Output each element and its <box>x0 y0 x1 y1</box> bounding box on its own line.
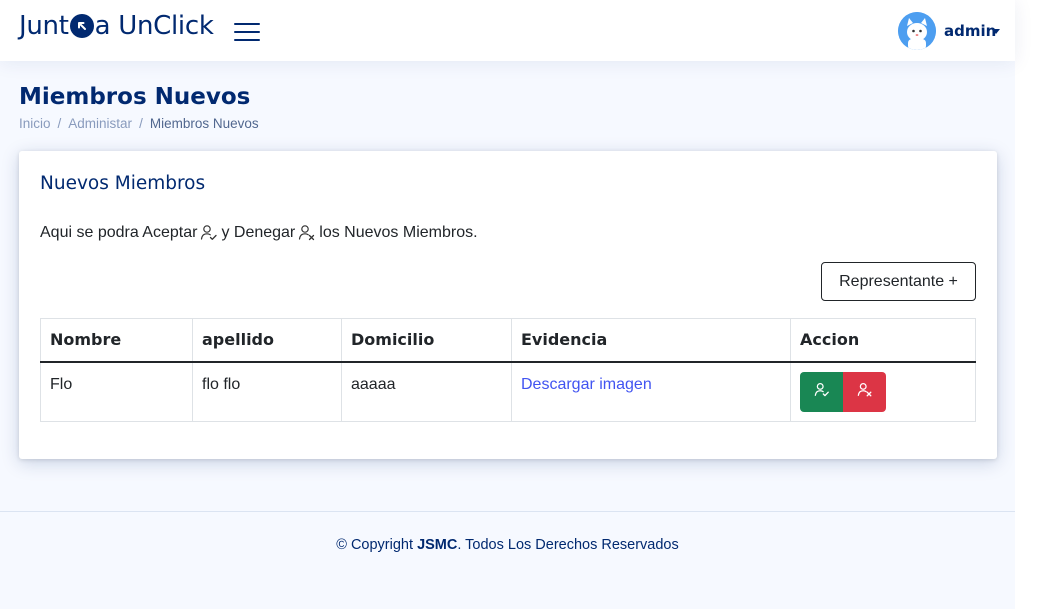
column-header-evidencia: Evidencia <box>511 318 791 363</box>
footer-brand: JSMC <box>417 537 458 553</box>
person-check-icon <box>814 382 830 401</box>
reject-member-button[interactable] <box>843 371 886 412</box>
person-x-icon <box>298 224 316 242</box>
breadcrumb: Inicio / Administar / Miembros Nuevos <box>19 116 259 131</box>
cell-domicilio: aaaaa <box>341 361 512 422</box>
table-row: Flo flo flo aaaaa Descargar imagen <box>40 361 976 422</box>
arrow-up-left-circle-icon <box>69 14 94 38</box>
logo-text-end: a UnClick <box>94 11 214 41</box>
column-header-apellido: apellido <box>192 318 342 363</box>
add-representante-button[interactable]: Representante + <box>821 262 976 301</box>
avatar[interactable] <box>898 12 936 50</box>
card-title: Nuevos Miembros <box>40 173 206 194</box>
footer: © Copyright JSMC. Todos Los Derechos Res… <box>0 537 1015 553</box>
members-card: Nuevos Miembros Aqui se podra Aceptar y … <box>19 151 997 459</box>
footer-copyright: © Copyright <box>336 537 418 553</box>
column-header-domicilio: Domicilio <box>341 318 512 363</box>
table-header-row: Nombre apellido Domicilio Evidencia Acci… <box>40 318 976 363</box>
person-x-icon <box>857 382 873 401</box>
cell-nombre: Flo <box>40 361 193 422</box>
cell-accion <box>790 361 976 422</box>
cell-evidencia: Descargar imagen <box>511 361 791 422</box>
breadcrumb-separator: / <box>57 116 62 131</box>
footer-divider <box>0 511 1015 512</box>
members-table: Nombre apellido Domicilio Evidencia Acci… <box>40 318 976 422</box>
app-logo[interactable]: Junt a UnClick <box>19 11 214 41</box>
hamburger-menu-icon[interactable] <box>234 22 260 42</box>
logo-text-start: Junt <box>19 11 69 41</box>
download-image-link[interactable]: Descargar imagen <box>521 376 652 393</box>
page-title: Miembros Nuevos <box>19 84 251 110</box>
footer-rights: . Todos Los Derechos Reservados <box>457 537 679 553</box>
accept-member-button[interactable] <box>800 371 843 412</box>
breadcrumb-item-current: Miembros Nuevos <box>149 116 259 131</box>
chevron-down-icon[interactable] <box>992 29 1000 34</box>
breadcrumb-separator: / <box>139 116 143 131</box>
cell-apellido: flo flo <box>192 361 342 422</box>
user-name[interactable]: admin <box>944 22 996 40</box>
column-header-nombre: Nombre <box>40 318 193 363</box>
person-check-icon <box>200 224 218 242</box>
desc-text-1: Aqui se podra Aceptar <box>40 224 198 241</box>
card-description: Aqui se podra Aceptar y Denegar los Nuev… <box>40 224 478 242</box>
page-background: Junt a UnClick admin Miembros Nuevos Ini… <box>0 0 1015 609</box>
breadcrumb-item-administar[interactable]: Administar <box>68 116 132 131</box>
desc-text-2: y Denegar <box>221 224 296 241</box>
column-header-accion: Accion <box>790 318 976 363</box>
breadcrumb-item-inicio[interactable]: Inicio <box>19 116 51 131</box>
top-header: Junt a UnClick admin <box>0 0 1015 61</box>
desc-text-3: los Nuevos Miembros. <box>319 224 478 241</box>
